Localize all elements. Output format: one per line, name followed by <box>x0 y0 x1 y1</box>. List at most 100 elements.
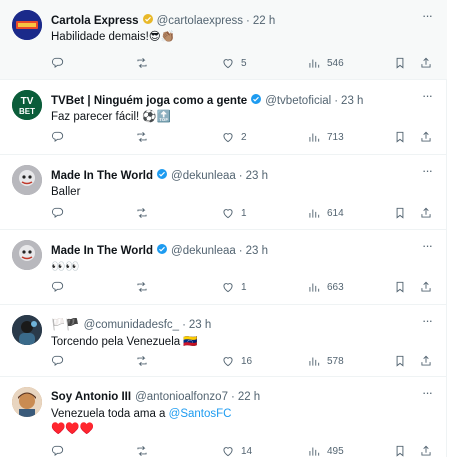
like-count: 1 <box>241 281 247 293</box>
like-icon <box>223 283 233 293</box>
retweet-button[interactable] <box>135 129 155 145</box>
author-name[interactable]: 🏳️🏴 <box>51 318 80 332</box>
like-button[interactable]: 1 <box>221 205 247 221</box>
like-button[interactable]: 2 <box>221 129 247 145</box>
tweet-header: Cartola Express @cartolaexpress · 22 h <box>51 13 417 29</box>
like-button[interactable]: 14 <box>221 443 252 457</box>
share-button[interactable] <box>419 353 433 369</box>
views-button[interactable]: 546 <box>307 55 344 71</box>
more-icon[interactable]: ··· <box>419 386 435 403</box>
timestamp[interactable]: 22 h <box>238 390 260 404</box>
views-count: 578 <box>327 355 344 367</box>
retweet-button[interactable] <box>135 55 155 71</box>
retweet-icon <box>137 132 147 142</box>
timestamp[interactable]: 23 h <box>246 169 268 183</box>
reply-button[interactable] <box>51 55 71 71</box>
tweet-text: Torcendo pela Venezuela 🇻🇪 <box>51 336 198 348</box>
bookmark-button[interactable] <box>393 205 407 221</box>
views-icon <box>309 283 320 292</box>
author-name[interactable]: Cartola Express <box>51 14 139 28</box>
views-icon <box>309 209 320 218</box>
share-button[interactable] <box>419 279 433 295</box>
bookmark-button[interactable] <box>393 279 407 295</box>
mention-link[interactable]: @SantosFC <box>169 408 232 420</box>
avatar[interactable] <box>12 387 42 417</box>
tweet[interactable]: Soy Antonio III @antonioalfonzo7 · 22 h … <box>0 377 447 457</box>
views-button[interactable]: 713 <box>307 129 344 145</box>
avatar[interactable] <box>12 315 42 345</box>
more-icon[interactable]: ··· <box>419 9 435 26</box>
reply-button[interactable] <box>51 279 71 295</box>
like-count: 2 <box>241 131 247 143</box>
svg-text:TV: TV <box>21 96 34 107</box>
tweet-actions: 1 614 <box>51 205 435 221</box>
share-button[interactable] <box>419 205 433 221</box>
avatar[interactable]: TV BET <box>12 90 42 120</box>
tweet-header: Made In The World @dekunleaa · 23 h <box>51 168 417 184</box>
author-name[interactable]: Soy Antonio III <box>51 390 131 404</box>
author-handle[interactable]: @cartolaexpress <box>157 14 243 28</box>
timestamp[interactable]: 23 h <box>341 94 363 108</box>
like-count: 16 <box>241 355 253 367</box>
author-handle[interactable]: @tvbetoficial <box>265 94 331 108</box>
tweet[interactable]: Made In The World @dekunleaa · 23 h ··· … <box>0 230 447 305</box>
tweet[interactable]: Made In The World @dekunleaa · 23 h ··· … <box>0 155 447 230</box>
timestamp[interactable]: 23 h <box>189 318 211 332</box>
separator-dot: · <box>182 319 186 331</box>
retweet-button[interactable] <box>135 205 155 221</box>
avatar[interactable] <box>12 240 42 270</box>
more-icon[interactable]: ··· <box>419 89 435 106</box>
more-icon[interactable]: ··· <box>419 314 435 331</box>
like-button[interactable]: 1 <box>221 279 247 295</box>
avatar[interactable] <box>12 10 42 40</box>
like-icon <box>223 447 233 457</box>
tweet[interactable]: TV BET TVBet | Ninguém joga como a gente … <box>0 80 447 155</box>
author-name[interactable]: TVBet | Ninguém joga como a gente <box>51 94 247 108</box>
author-handle[interactable]: @dekunleaa <box>171 244 236 258</box>
tweet-header: TVBet | Ninguém joga como a gente @tvbet… <box>51 93 417 109</box>
tweet[interactable]: Cartola Express @cartolaexpress · 22 h ·… <box>0 0 447 80</box>
bookmark-button[interactable] <box>393 55 407 71</box>
tweet-text: Habilidade demais!😎👏🏽 <box>51 31 176 43</box>
share-button[interactable] <box>419 443 433 457</box>
views-icon <box>309 133 320 142</box>
separator-dot: · <box>246 15 250 27</box>
author-handle[interactable]: @dekunleaa <box>171 169 236 183</box>
reply-button[interactable] <box>51 443 71 457</box>
tweet-actions: 2 713 <box>51 129 435 145</box>
retweet-button[interactable] <box>135 353 155 369</box>
like-button[interactable]: 16 <box>221 353 252 369</box>
tweet[interactable]: 🏳️🏴 @comunidadesfc_ · 23 h ··· Torcendo … <box>0 305 447 377</box>
author-name[interactable]: Made In The World <box>51 169 153 183</box>
reply-button[interactable] <box>51 129 71 145</box>
avatar[interactable] <box>12 165 42 195</box>
author-handle[interactable]: @antonioalfonzo7 <box>135 390 228 404</box>
more-icon[interactable]: ··· <box>419 239 435 256</box>
retweet-button[interactable] <box>135 279 155 295</box>
timestamp[interactable]: 22 h <box>253 14 275 28</box>
retweet-button[interactable] <box>135 443 155 457</box>
bookmark-button[interactable] <box>393 353 407 369</box>
tweet-header: 🏳️🏴 @comunidadesfc_ · 23 h <box>51 318 417 332</box>
retweet-icon <box>137 446 147 456</box>
tweet-header: Made In The World @dekunleaa · 23 h <box>51 243 417 259</box>
like-button[interactable]: 5 <box>221 55 247 71</box>
share-button[interactable] <box>419 55 433 71</box>
views-button[interactable]: 614 <box>307 205 344 221</box>
reply-button[interactable] <box>51 353 71 369</box>
author-handle[interactable]: @comunidadesfc_ <box>84 318 179 332</box>
share-icon <box>421 281 431 292</box>
views-button[interactable]: 495 <box>307 443 344 457</box>
timeline: Cartola Express @cartolaexpress · 22 h ·… <box>0 0 447 457</box>
views-button[interactable]: 663 <box>307 279 344 295</box>
author-name[interactable]: Made In The World <box>51 244 153 258</box>
share-button[interactable] <box>419 129 433 145</box>
share-icon <box>421 207 431 218</box>
reply-button[interactable] <box>51 205 71 221</box>
like-icon <box>223 133 233 143</box>
views-button[interactable]: 578 <box>307 353 344 369</box>
bookmark-button[interactable] <box>393 443 407 457</box>
bookmark-button[interactable] <box>393 129 407 145</box>
more-icon[interactable]: ··· <box>419 164 435 181</box>
timestamp[interactable]: 23 h <box>246 244 268 258</box>
